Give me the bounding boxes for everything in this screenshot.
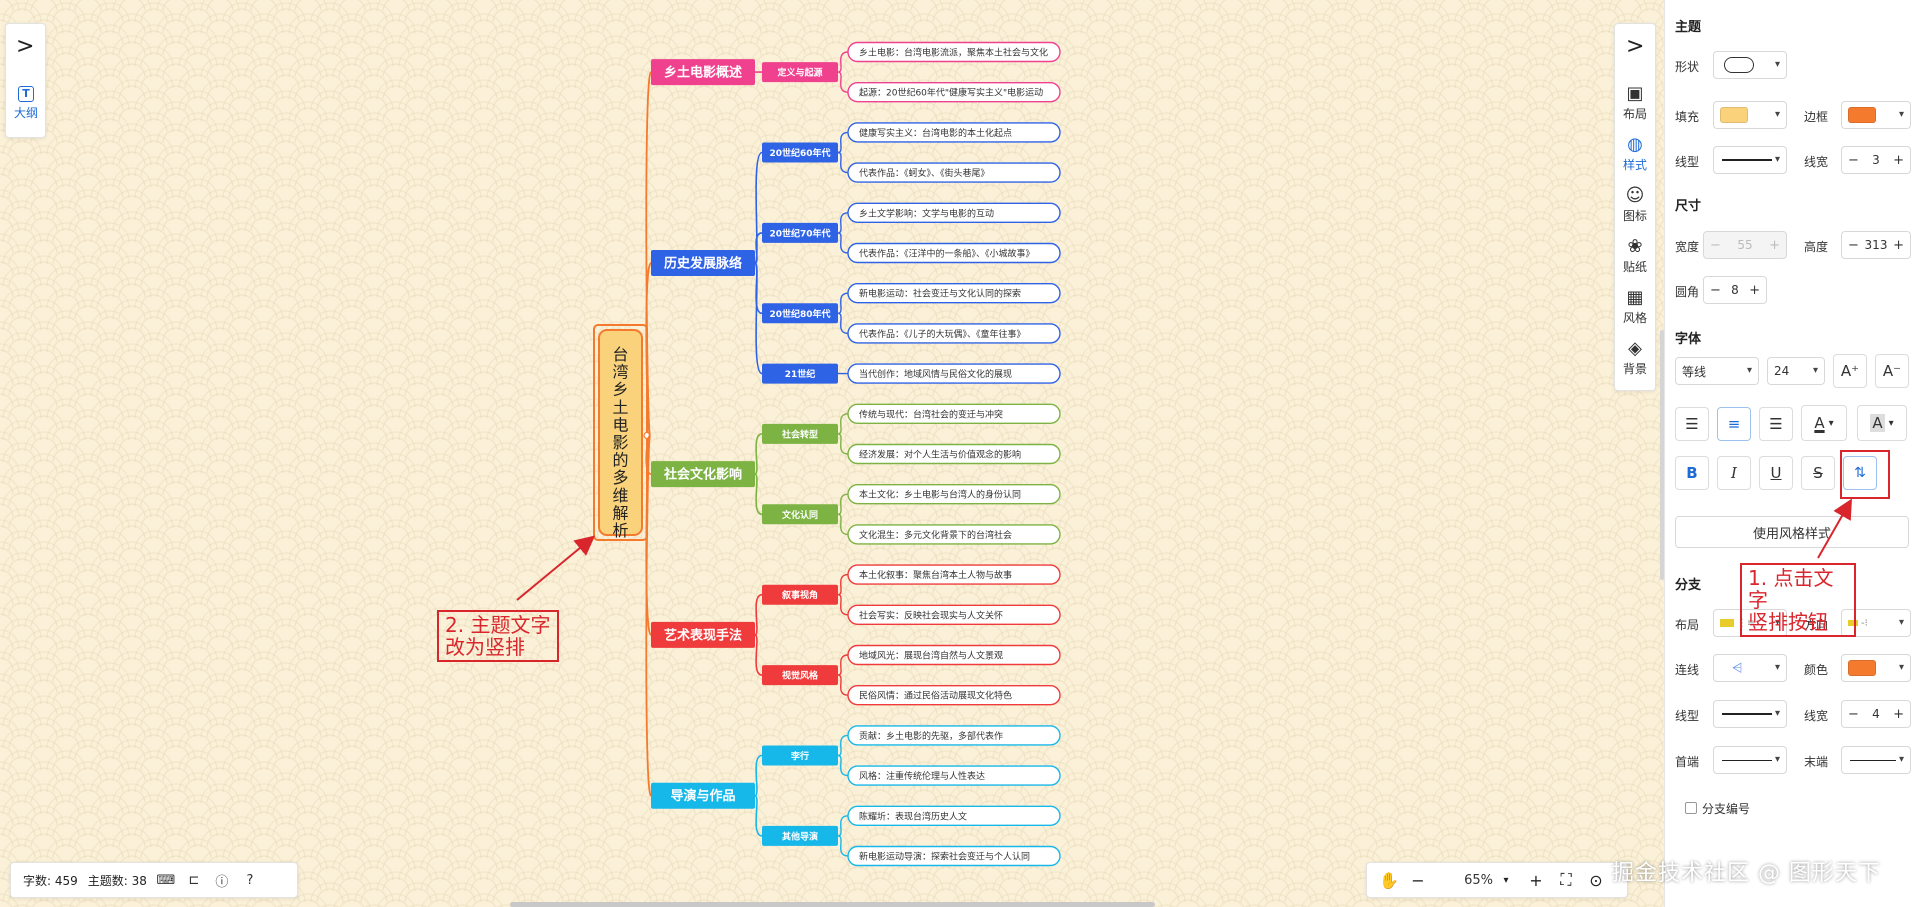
annotation-arrow-2 <box>516 535 596 601</box>
annotation-arrows <box>516 498 1852 601</box>
annotation-step2: 2. 主题文字 改为竖排 <box>437 610 559 662</box>
annotation-step1: 1. 点击文字 竖排按钮 <box>1740 563 1856 637</box>
watermark: 掘金技术社区 @ 图形天下 <box>1612 861 1881 886</box>
annotation-arrow-1 <box>1817 498 1852 559</box>
